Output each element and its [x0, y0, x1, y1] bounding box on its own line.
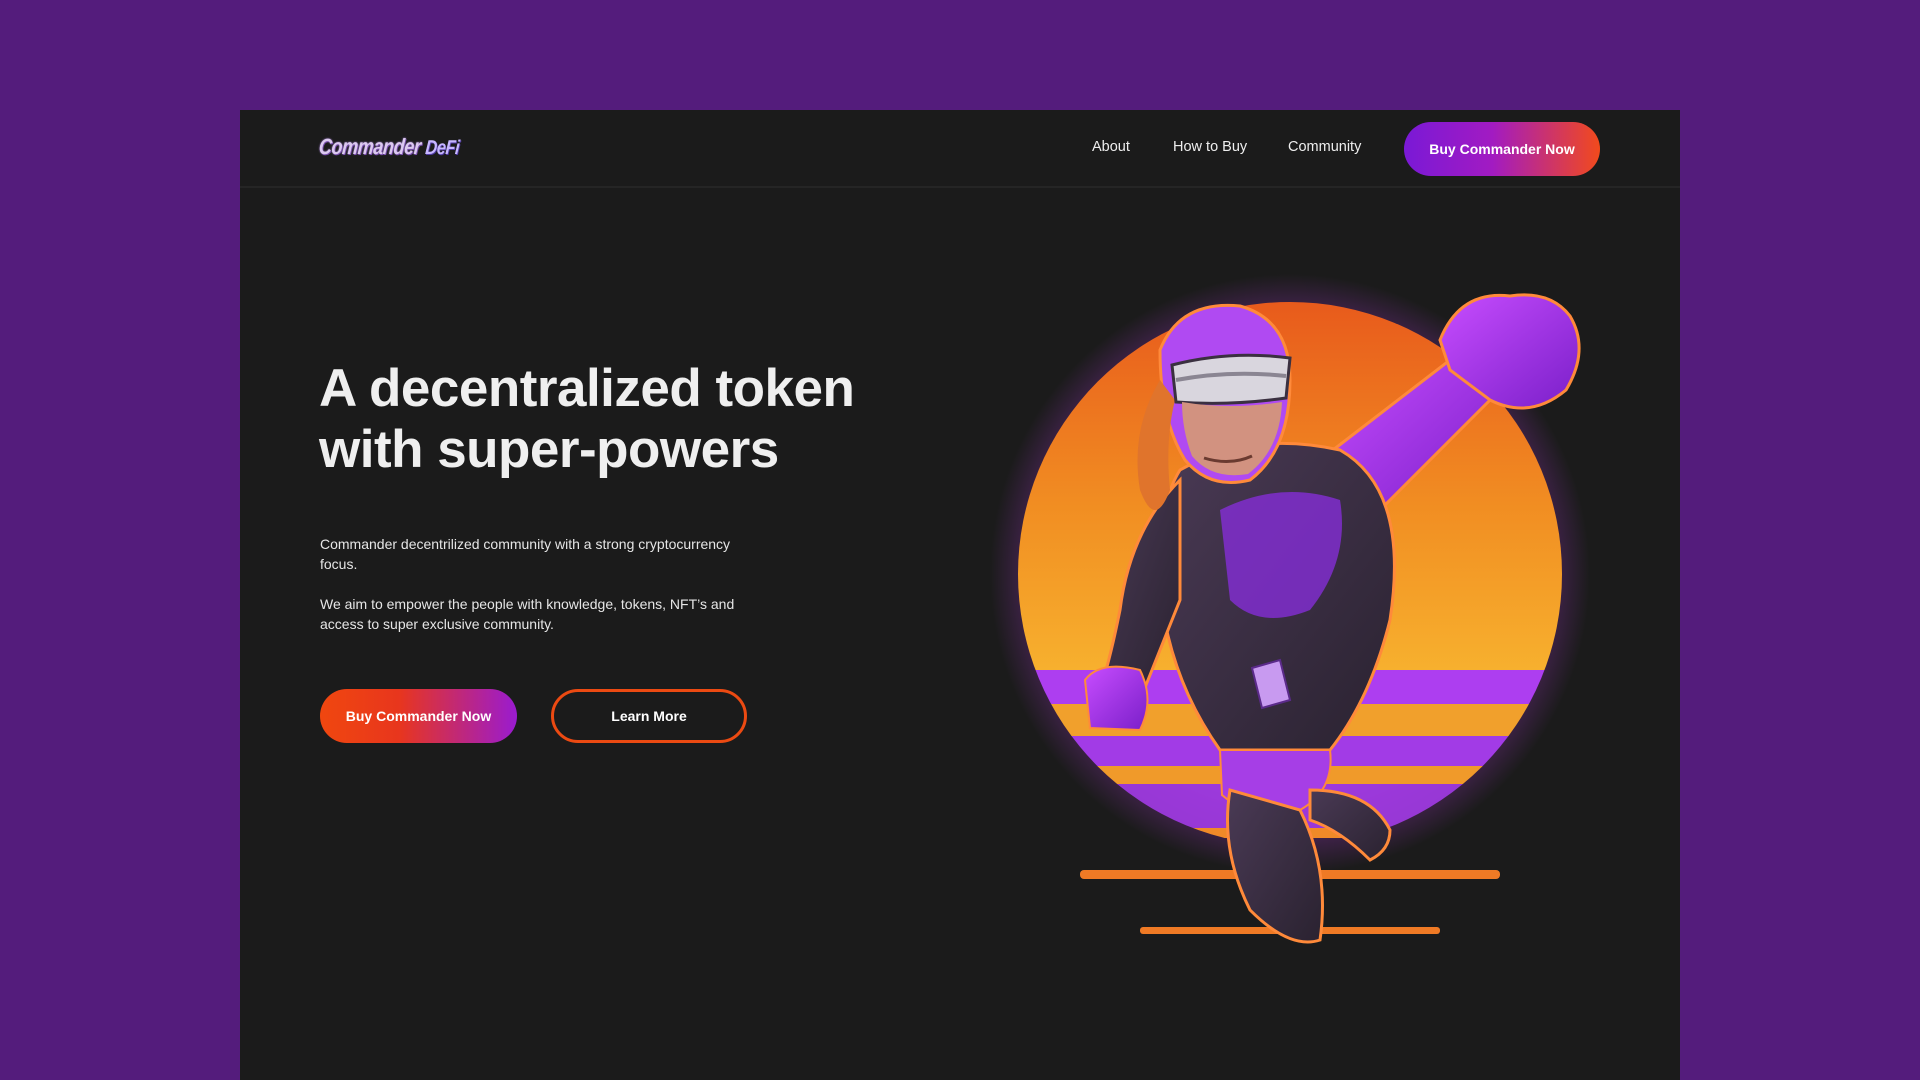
headline-line-2: with super-powers	[319, 420, 779, 479]
logo-text-defi: DeFi	[424, 137, 461, 159]
nav-link-community[interactable]: Community	[1288, 139, 1361, 155]
brand-logo[interactable]: Commander DeFi	[318, 134, 461, 160]
landing-page-frame: Commander DeFi About How to Buy Community…	[240, 110, 1680, 1080]
top-navigation: Commander DeFi About How to Buy Community…	[240, 110, 1680, 188]
nav-link-about[interactable]: About	[1092, 139, 1130, 155]
superhero-illustration	[990, 274, 1590, 944]
headline-line-1: A decentralized token	[319, 359, 855, 418]
hero-paragraph-2: We aim to empower the people with knowle…	[320, 596, 735, 632]
nav-link-how-to-buy[interactable]: How to Buy	[1173, 139, 1247, 155]
hero-headline: A decentralized token with super-powers	[319, 358, 959, 480]
hero-buy-commander-button[interactable]: Buy Commander Now	[320, 689, 517, 743]
hero-paragraph-1: Commander decentrilized community with a…	[320, 536, 731, 572]
hero-learn-more-button[interactable]: Learn More	[551, 689, 747, 743]
nav-buy-commander-button[interactable]: Buy Commander Now	[1404, 122, 1600, 176]
logo-text-commander: Commander	[317, 134, 422, 159]
